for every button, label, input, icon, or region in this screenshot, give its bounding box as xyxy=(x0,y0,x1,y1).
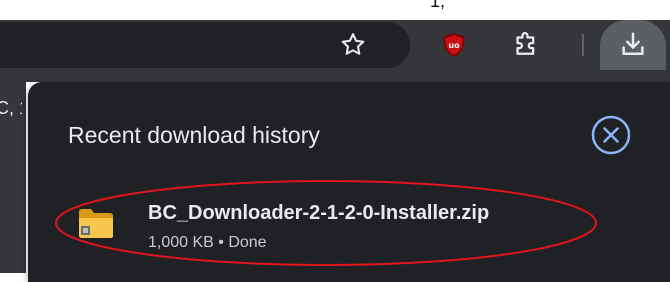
downloads-button[interactable] xyxy=(600,20,666,70)
download-icon xyxy=(622,32,644,55)
download-history-panel: Recent download history BC_Downloader-2-… xyxy=(28,82,670,282)
svg-text:uo: uo xyxy=(448,41,460,50)
download-item[interactable]: BC_Downloader-2-1-2-0-Installer.zip 1,00… xyxy=(48,190,608,262)
file-meta: 1,000 KB • Done xyxy=(148,234,267,251)
panel-title: Recent download history xyxy=(68,122,320,148)
address-fragment: 1, xyxy=(430,0,446,11)
zip-folder-icon xyxy=(78,206,114,240)
extensions-puzzle-icon[interactable] xyxy=(510,30,540,60)
page-content-edge: C, 1 xyxy=(0,70,26,273)
browser-toolbar: uo xyxy=(0,20,670,70)
content-fragment: C, 1 xyxy=(0,98,22,118)
toolbar-separator xyxy=(582,34,584,56)
close-button[interactable] xyxy=(588,112,634,158)
bookmark-star-icon[interactable] xyxy=(339,31,367,59)
page-top-strip: 1, xyxy=(0,0,670,20)
file-name: BC_Downloader-2-1-2-0-Installer.zip xyxy=(148,202,490,224)
close-circle-icon xyxy=(591,115,631,155)
panel-backdrop xyxy=(26,70,670,82)
ublock-origin-icon[interactable]: uo xyxy=(441,32,467,58)
